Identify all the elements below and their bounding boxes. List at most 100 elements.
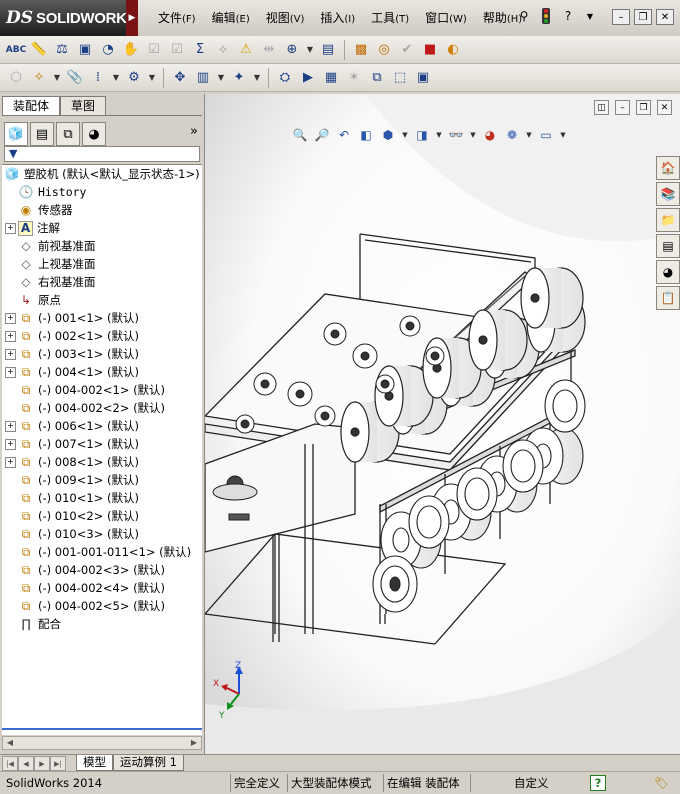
tab-sketch[interactable]: 草图 (60, 96, 107, 115)
tree-item[interactable]: ↳ 原点 (2, 291, 202, 309)
menu-item[interactable]: 视图(V) (258, 9, 313, 26)
tree-expander-icon[interactable]: + (5, 331, 16, 342)
close-icon[interactable]: ✕ (656, 9, 674, 25)
tab-assembly[interactable]: 装配体 (2, 96, 61, 115)
tab-model[interactable]: 模型 (76, 755, 113, 771)
next-tab-icon[interactable]: ▶ (34, 756, 50, 771)
tree-item[interactable]: ⧉ (-) 004-002<1> (默认) (2, 381, 202, 399)
dropdown-icon[interactable]: ▼ (111, 68, 121, 88)
help-icon[interactable]: ? (560, 8, 576, 24)
tree-expander-icon[interactable]: + (5, 439, 16, 450)
tree-item[interactable]: ⧉ (-) 010<2> (默认) (2, 507, 202, 525)
tree-expander-icon[interactable]: + (5, 349, 16, 360)
tree-item[interactable]: + ⧉ (-) 006<1> (默认) (2, 417, 202, 435)
tree-expander-icon[interactable]: + (5, 457, 16, 468)
show-hidden-icon[interactable]: ▥ (193, 68, 213, 88)
propertymanager-tab-icon[interactable]: ▤ (30, 122, 54, 146)
bill-of-materials-icon[interactable]: ▦ (321, 68, 341, 88)
help-dropdown-icon[interactable]: ▼ (582, 8, 598, 24)
tree-item[interactable]: + ⧉ (-) 002<1> (默认) (2, 327, 202, 345)
tile-icon[interactable]: ◫ (594, 100, 609, 115)
status-tag-icon[interactable]: 🏷 (654, 775, 669, 791)
tree-item[interactable]: ⧉ (-) 004-002<5> (默认) (2, 597, 202, 615)
dropdown-icon[interactable]: ▼ (252, 68, 262, 88)
dropdown-icon[interactable]: ▼ (216, 68, 226, 88)
tree-item[interactable]: + ⧉ (-) 001<1> (默认) (2, 309, 202, 327)
menu-item[interactable]: 编辑(E) (204, 9, 258, 26)
rebuild-traffic-light-icon[interactable] (538, 8, 554, 24)
import-diagnostics-icon[interactable]: ☑ (167, 40, 187, 60)
measure-icon[interactable]: 📏 (29, 40, 49, 60)
scroll-right-icon[interactable]: ▶ (189, 738, 199, 748)
tree-item[interactable]: ⧉ (-) 004-002<4> (默认) (2, 579, 202, 597)
mate-icon[interactable]: 📎 (65, 68, 85, 88)
model-viewport[interactable] (205, 94, 680, 754)
view-settings-icon[interactable]: ▭ (537, 126, 555, 144)
smart-fasteners-icon[interactable]: ⚙ (124, 68, 144, 88)
design-library-icon[interactable]: 📚 (656, 182, 680, 206)
equations-icon[interactable]: Σ (190, 40, 210, 60)
first-tab-icon[interactable]: |◀ (2, 756, 18, 771)
status-help-button[interactable]: ? (590, 775, 606, 791)
tree-item[interactable]: ◇ 上视基准面 (2, 255, 202, 273)
tree-item[interactable]: ⧉ (-) 010<3> (默认) (2, 525, 202, 543)
display-style-icon[interactable]: ◨ (413, 126, 431, 144)
solidworks-resources-icon[interactable]: 🏠 (656, 156, 680, 180)
dropdown-icon[interactable]: ▼ (401, 126, 409, 144)
tree-item[interactable]: + A 注解 (2, 219, 202, 237)
doc-minimize-icon[interactable]: – (615, 100, 630, 115)
sensor-toolbar-icon[interactable]: ◔ (98, 40, 118, 60)
tree-item[interactable]: + ⧉ (-) 007<1> (默认) (2, 435, 202, 453)
color-appearance-icon[interactable]: ■ (420, 40, 440, 60)
tree-filter-input[interactable]: ▼ (4, 146, 200, 162)
graphics-area[interactable]: 🔍 🔎 ↶ ◧ ⬢ ▼ ◨ ▼ 👓 ▼ ◕ ❁ ▼ ▭ ▼ ◫ – ❐ ✕ 🏠 … (205, 94, 680, 754)
view-palette-icon[interactable]: ▤ (656, 234, 680, 258)
prev-tab-icon[interactable]: ◀ (18, 756, 34, 771)
pin-icon[interactable]: ⚲ (516, 8, 532, 24)
clearance-icon[interactable]: ⇹ (259, 40, 279, 60)
displaymanager-tab-icon[interactable]: ◕ (82, 122, 106, 146)
restore-icon[interactable]: ❐ (634, 9, 652, 25)
menu-item[interactable]: 文件(F) (150, 9, 204, 26)
doc-restore-icon[interactable]: ❐ (636, 100, 651, 115)
dropdown-icon[interactable]: ▼ (525, 126, 533, 144)
dropdown-icon[interactable]: ▼ (305, 40, 315, 60)
dropdown-icon[interactable]: ▼ (559, 126, 567, 144)
more-tabs-chevron-icon[interactable]: » (190, 124, 198, 139)
view-orientation-icon[interactable]: ⬢ (379, 126, 397, 144)
tree-item[interactable]: 🕓 History (2, 183, 202, 201)
reference-geometry-icon[interactable]: ⛭ (275, 68, 295, 88)
interference-icon[interactable]: ⟡ (213, 40, 233, 60)
tree-item[interactable]: ⧉ (-) 010<1> (默认) (2, 489, 202, 507)
minimize-icon[interactable]: – (612, 9, 630, 25)
tree-item[interactable]: + ⧉ (-) 003<1> (默认) (2, 345, 202, 363)
solidworks-logo[interactable]: DS SOLIDWORKS ▶ (0, 0, 138, 36)
tree-item[interactable]: 🧊 塑胶机 (默认<默认_显示状态-1>) (2, 165, 202, 183)
featuremanager-tab-icon[interactable]: 🧊 (4, 122, 28, 146)
exploded-view-icon[interactable]: ✶ (344, 68, 364, 88)
tree-item[interactable]: ⧉ (-) 004-002<3> (默认) (2, 561, 202, 579)
tree-item[interactable]: + ⧉ (-) 004<1> (默认) (2, 363, 202, 381)
logo-menu-arrow-icon[interactable]: ▶ (126, 0, 138, 36)
tree-item[interactable]: + ⧉ (-) 008<1> (默认) (2, 453, 202, 471)
tree-expander-icon[interactable]: + (5, 313, 16, 324)
performance-evaluation-icon[interactable]: ◎ (374, 40, 394, 60)
explode-line-sketch-icon[interactable]: ⧉ (367, 68, 387, 88)
warning-icon[interactable]: ⚠ (236, 40, 256, 60)
section-properties-icon[interactable]: ▣ (75, 40, 95, 60)
section-view-icon[interactable]: ◧ (357, 126, 375, 144)
appearances-scenes-icon[interactable]: ◕ (656, 260, 680, 284)
scroll-left-icon[interactable]: ◀ (5, 738, 15, 748)
menu-item[interactable]: 窗口(W) (417, 9, 475, 26)
new-motion-study-icon[interactable]: ▶ (298, 68, 318, 88)
dropdown-icon[interactable]: ▼ (147, 68, 157, 88)
new-part-icon[interactable]: ✧ (29, 68, 49, 88)
menu-item[interactable]: 工具(T) (363, 9, 417, 26)
zoom-to-area-icon[interactable]: 🔎 (313, 126, 331, 144)
tree-expander-icon[interactable]: + (5, 223, 16, 234)
tree-item[interactable]: ◉ 传感器 (2, 201, 202, 219)
insert-component-icon[interactable]: ⬡ (6, 68, 26, 88)
custom-properties-icon[interactable]: 📋 (656, 286, 680, 310)
tree-item[interactable]: ⧉ (-) 001-001-011<1> (默认) (2, 543, 202, 561)
tree-expander-icon[interactable]: + (5, 421, 16, 432)
